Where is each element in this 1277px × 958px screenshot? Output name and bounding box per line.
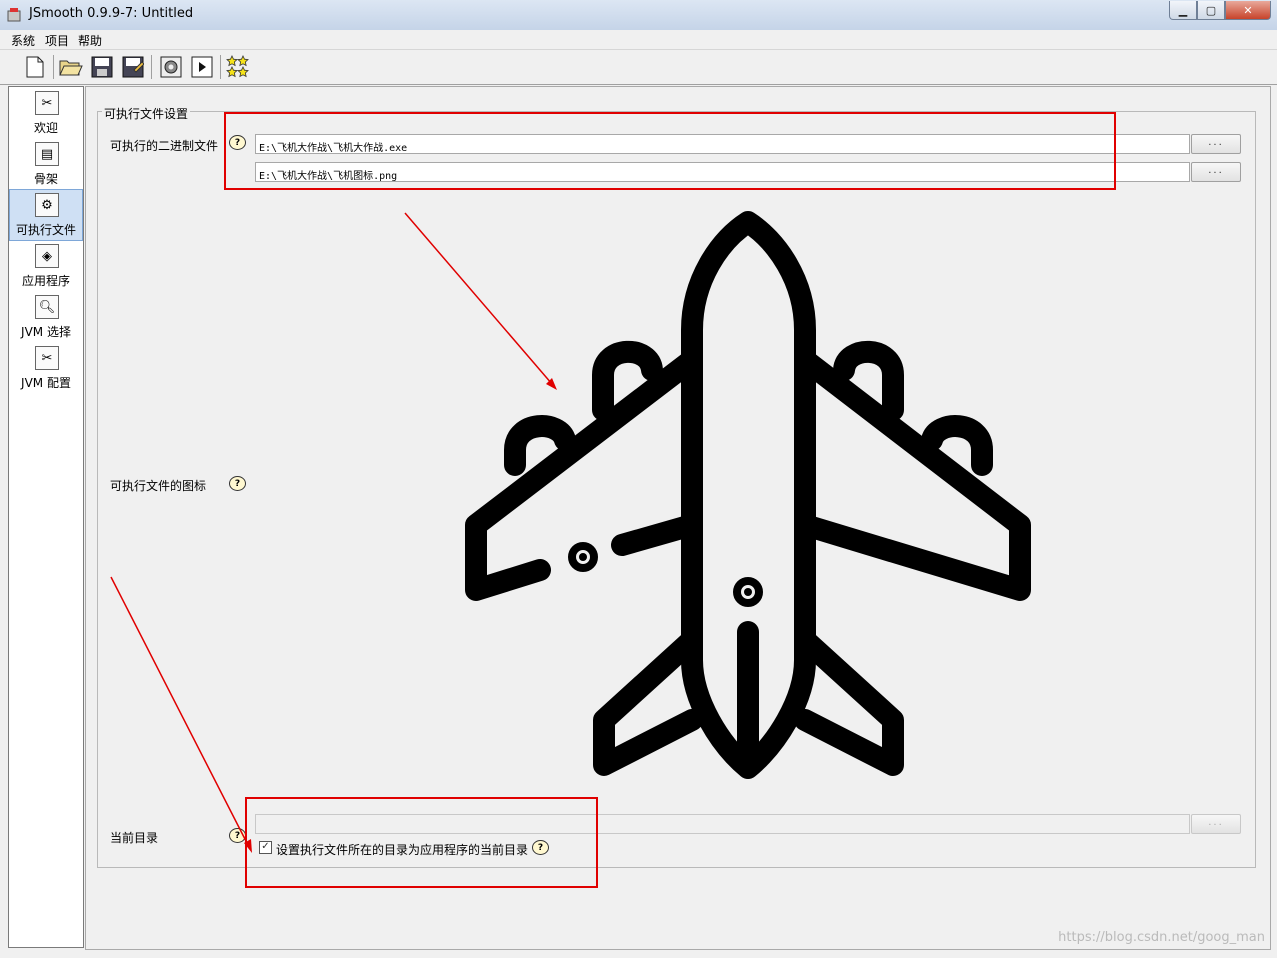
- maximize-button[interactable]: ▢: [1197, 1, 1225, 20]
- group-title: 可执行文件设置: [102, 105, 191, 122]
- window-title: JSmooth 0.9.9-7: Untitled: [29, 6, 194, 21]
- current-dir-label: 当前目录: [110, 831, 159, 845]
- maximize-icon: ▢: [1205, 3, 1217, 17]
- run-button[interactable]: [190, 55, 214, 79]
- welcome-icon: ✂: [35, 91, 59, 115]
- binary-browse-button[interactable]: ...: [1191, 134, 1241, 154]
- sidebar-item-welcome[interactable]: ✂ 欢迎: [10, 88, 82, 138]
- airplane-icon: [465, 211, 1031, 779]
- close-button[interactable]: ✕: [1225, 1, 1271, 20]
- watermark: https://blog.csdn.net/goog_man: [1058, 930, 1265, 945]
- minimize-button[interactable]: ▁: [1169, 1, 1197, 20]
- sidebar-item-jvm-config[interactable]: ✂ JVM 配置: [10, 343, 82, 393]
- annotation-box-checkbox: [245, 797, 598, 888]
- icon-browse-button[interactable]: ...: [1191, 162, 1241, 182]
- open-folder-icon: [59, 60, 83, 76]
- sidebar-item-label: 应用程序: [21, 274, 70, 288]
- current-dir-browse-button[interactable]: ...: [1191, 814, 1241, 834]
- sidebar-item-label: JVM 配置: [21, 376, 71, 390]
- save-as-icon: [122, 56, 144, 78]
- sidebar-item-skeleton[interactable]: ▤ 骨架: [10, 139, 82, 189]
- sidebar-item-label: 骨架: [33, 172, 58, 186]
- jvm-config-icon: ✂: [35, 346, 59, 370]
- open-button[interactable]: [59, 55, 83, 79]
- sidebar-item-application[interactable]: ◈ 应用程序: [10, 241, 82, 291]
- toolbar: [0, 50, 1277, 85]
- save-icon: [91, 56, 113, 78]
- menu-bar: 系统 项目 帮助: [0, 30, 1277, 50]
- run-icon: [191, 56, 213, 78]
- sidebar-item-jvm-select[interactable]: 🔍︎ JVM 选择: [10, 292, 82, 342]
- icon-label: 可执行文件的图标: [110, 479, 207, 493]
- help-icon[interactable]: ?: [229, 828, 246, 843]
- sidebar-item-executable[interactable]: ⚙ 可执行文件: [9, 189, 83, 241]
- sidebar-item-label: 可执行文件: [15, 223, 76, 237]
- skeleton-icon: ▤: [35, 142, 59, 166]
- annotation-box-paths: [224, 112, 1116, 190]
- menu-system[interactable]: 系统: [11, 32, 35, 49]
- menu-project[interactable]: 项目: [45, 32, 69, 49]
- new-file-button[interactable]: [23, 55, 47, 79]
- binary-label: 可执行的二进制文件: [110, 139, 219, 153]
- new-file-icon: [26, 56, 44, 78]
- sidebar-item-label: 欢迎: [33, 121, 58, 135]
- sidebar-item-label: JVM 选择: [21, 325, 71, 339]
- stars-icon: [226, 55, 249, 78]
- save-as-button[interactable]: [121, 55, 145, 79]
- title-bar: JSmooth 0.9.9-7: Untitled ▁ ▢ ✕: [0, 0, 1277, 31]
- executable-icon: ⚙: [35, 193, 59, 217]
- save-button[interactable]: [90, 55, 114, 79]
- help-icon[interactable]: ?: [229, 476, 246, 491]
- minimize-icon: ▁: [1178, 3, 1188, 17]
- menu-help[interactable]: 帮助: [78, 32, 102, 49]
- compile-button[interactable]: [159, 55, 183, 79]
- app-icon: [7, 8, 21, 22]
- jvm-select-icon: 🔍︎: [35, 295, 59, 319]
- compile-icon: [160, 56, 182, 78]
- application-icon: ◈: [35, 244, 59, 268]
- close-icon: ✕: [1243, 3, 1253, 17]
- sidebar: ✂ 欢迎 ▤ 骨架 ⚙ 可执行文件 ◈ 应用程序 🔍︎ JVM 选择 ✂ JVM…: [8, 86, 84, 948]
- about-button[interactable]: [226, 55, 250, 79]
